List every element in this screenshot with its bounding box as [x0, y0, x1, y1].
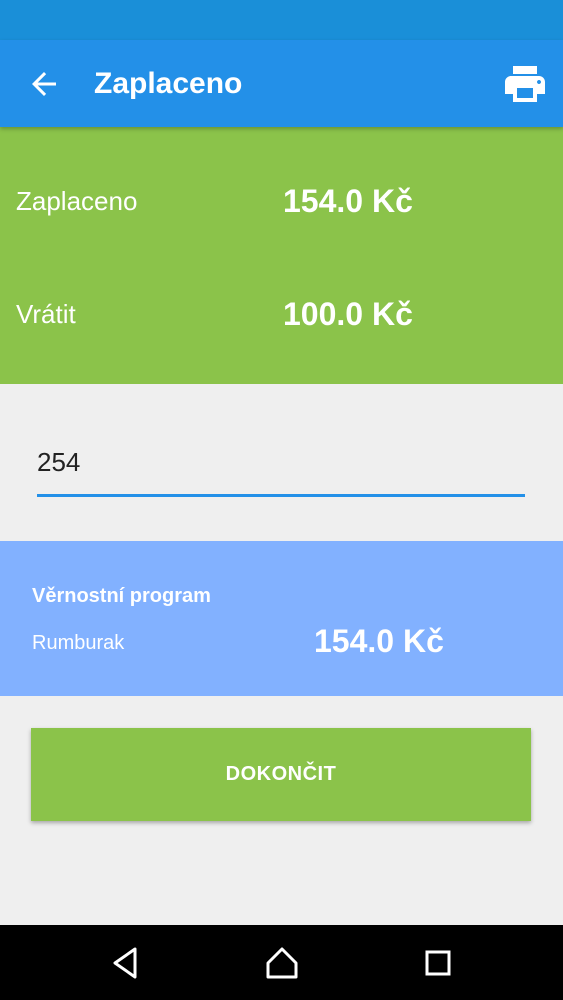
amount-input[interactable] — [37, 440, 525, 484]
paid-value: 154.0 Kč — [283, 183, 413, 219]
nav-home-button[interactable] — [262, 943, 302, 983]
page-title: Zaplaceno — [94, 67, 243, 100]
app-bar: Zaplaceno — [0, 40, 563, 127]
loyalty-name: Rumburak — [32, 632, 125, 654]
input-underline — [37, 494, 525, 497]
back-button[interactable] — [26, 66, 62, 102]
nav-back-button[interactable] — [105, 943, 145, 983]
print-button[interactable] — [501, 60, 549, 108]
status-bar — [0, 0, 563, 40]
nav-recents-icon — [425, 950, 451, 976]
amount-field — [37, 440, 525, 498]
paid-label: Zaplaceno — [16, 186, 138, 216]
finish-button[interactable]: DOKONČIT — [31, 728, 531, 821]
nav-recents-button[interactable] — [418, 943, 458, 983]
change-label: Vrátit — [16, 299, 76, 329]
printer-icon — [505, 66, 545, 102]
change-value: 100.0 Kč — [283, 296, 413, 332]
navigation-bar — [0, 925, 563, 1000]
nav-home-icon — [266, 947, 298, 979]
arrow-back-icon — [32, 72, 56, 96]
nav-back-icon — [113, 947, 137, 979]
loyalty-title: Věrnostní program — [32, 585, 211, 607]
payment-summary: Zaplaceno 154.0 Kč Vrátit 100.0 Kč — [0, 127, 563, 384]
loyalty-value: 154.0 Kč — [314, 623, 444, 659]
loyalty-panel: Věrnostní program Rumburak 154.0 Kč — [0, 541, 563, 696]
